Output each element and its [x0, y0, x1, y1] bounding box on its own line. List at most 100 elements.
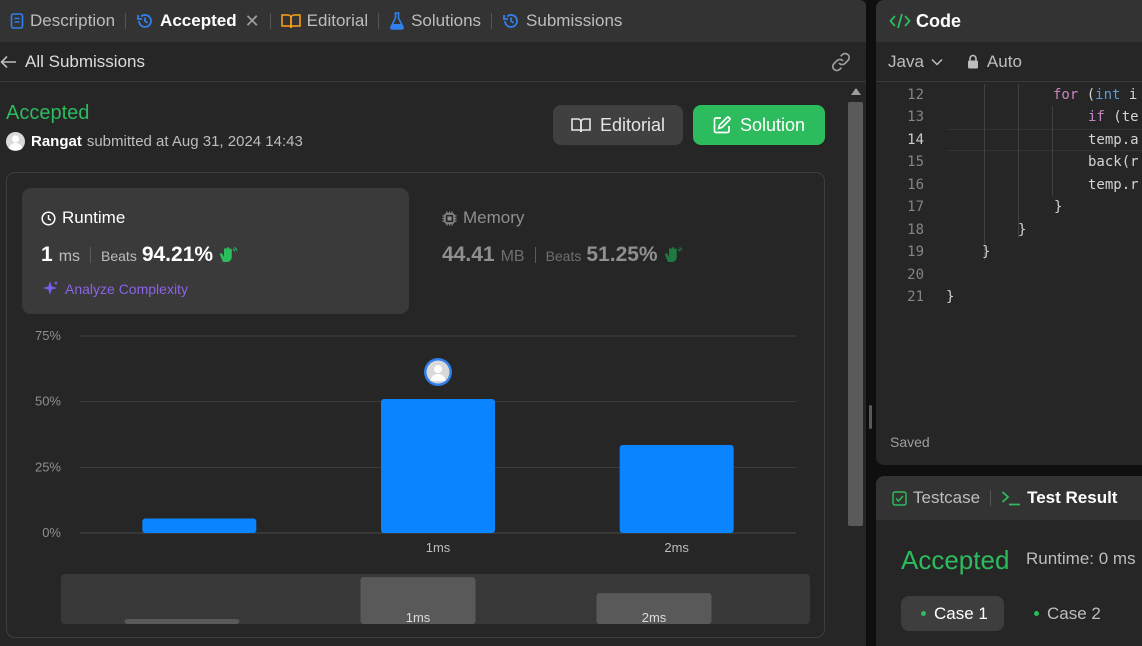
line-number: 20 [907, 267, 924, 283]
auto-mode-label: Auto [986, 51, 1022, 71]
scrollbar[interactable] [845, 82, 866, 646]
code-text: temp.a [1088, 132, 1139, 148]
divider [534, 247, 536, 263]
y-tick-label: 50% [35, 394, 61, 409]
tab-divider [990, 490, 992, 506]
checkbox-icon [892, 490, 907, 506]
panel-resize-handle[interactable] [869, 405, 872, 429]
solution-button[interactable]: Solution [693, 105, 825, 145]
code-editor[interactable]: 12 for (int i 13 if (te 14 temp.a 15 bac… [876, 84, 1142, 314]
back-to-submissions-link[interactable]: All Submissions [0, 52, 145, 72]
code-line: 20 [876, 264, 1142, 286]
back-link-label: All Submissions [25, 51, 145, 71]
language-select-value: Java [888, 51, 924, 71]
arrow-left-icon [0, 55, 16, 68]
runtime-value: 1 [41, 243, 53, 266]
tab-submissions[interactable]: Submissions [496, 0, 628, 42]
chart-bar [142, 518, 257, 533]
runtime-label: Runtime [41, 208, 125, 228]
edit-icon [713, 116, 731, 134]
tab-accepted[interactable]: Accepted ✕ [130, 0, 266, 42]
code-panel-title: Code [916, 10, 961, 31]
code-line: 21 } [876, 286, 1142, 308]
auto-mode-toggle[interactable]: Auto [967, 52, 1022, 72]
scroll-up-arrow-icon[interactable] [851, 88, 861, 95]
tab-solutions-label: Solutions [411, 11, 482, 30]
submitter-name[interactable]: Rangat [31, 133, 82, 150]
memory-value: 44.41 [442, 243, 495, 266]
code-text: } [1054, 199, 1063, 215]
line-number: 12 [907, 87, 924, 103]
line-number: 15 [907, 154, 924, 170]
link-icon[interactable] [830, 52, 852, 72]
code-panel: Code Java Auto 12 for (int i 13 if (te 1… [876, 0, 1142, 465]
code-line: 18 } [876, 219, 1142, 241]
sparkle-icon [43, 280, 59, 295]
avatar[interactable] [6, 132, 25, 151]
code-line: 17 } [876, 196, 1142, 218]
history-icon [137, 14, 152, 28]
result-tab-bar: Testcase Test Result [876, 476, 1142, 520]
performance-card: Runtime 1 ms Beats 94.21% Analyze Comple… [6, 172, 825, 638]
book-icon [571, 118, 591, 133]
case-2-button[interactable]: Case 2 [1016, 596, 1106, 631]
x-tick-label: 2ms [664, 540, 689, 555]
language-select[interactable]: Java [888, 52, 943, 72]
memory-label-text: Memory [463, 208, 525, 227]
y-tick-label: 25% [35, 459, 61, 474]
memory-stat[interactable]: Memory 44.41 MB Beats 51.25% [423, 188, 810, 314]
submitter-info: Rangat submitted at Aug 31, 2024 14:43 [6, 132, 303, 151]
solution-button-label: Solution [739, 114, 806, 135]
editorial-button-label: Editorial [599, 114, 666, 135]
tab-bar: Description Accepted ✕ Editorial Solutio… [0, 0, 866, 42]
keyword: if [1088, 109, 1105, 125]
code-text: if (te [1088, 109, 1139, 125]
code-line: 19 } [876, 241, 1142, 263]
scrollbar-thumb[interactable] [848, 102, 863, 526]
chart-bar [381, 399, 495, 533]
tab-solutions[interactable]: Solutions [383, 0, 487, 42]
test-result-panel: Testcase Test Result Accepted Runtime: 0… [876, 476, 1142, 646]
book-icon [280, 14, 301, 29]
case-1-button[interactable]: Case 1 [901, 596, 1004, 631]
tab-editorial[interactable]: Editorial [275, 0, 374, 42]
runtime-values: 1 ms Beats 94.21% [41, 243, 238, 267]
tab-submissions-label: Submissions [526, 11, 623, 30]
runtime-label-text: Runtime [62, 208, 126, 227]
analyze-complexity-link[interactable]: Analyze Complexity [41, 279, 188, 298]
tab-test-result-label: Test Result [1027, 488, 1118, 507]
runtime-stat[interactable]: Runtime 1 ms Beats 94.21% Analyze Comple… [22, 188, 409, 314]
user-icon [8, 135, 23, 150]
code-text: } [946, 289, 955, 305]
case-1-label: Case 1 [934, 603, 988, 623]
clap-icon [664, 247, 682, 262]
minimap-bar [124, 618, 240, 624]
analyze-complexity-label: Analyze Complexity [65, 280, 188, 297]
runtime-beats-label: Beats [101, 248, 137, 264]
tab-description[interactable]: Description [4, 0, 121, 42]
code-text: temp.r [1088, 177, 1139, 193]
submitted-timestamp: submitted at Aug 31, 2024 14:43 [86, 133, 303, 150]
tab-testcase[interactable]: Testcase [892, 488, 980, 508]
editorial-button[interactable]: Editorial [553, 105, 683, 145]
minimap-label: 2ms [642, 610, 667, 624]
tab-test-result[interactable]: Test Result [1001, 488, 1117, 508]
close-icon[interactable]: ✕ [245, 11, 260, 32]
memory-values: 44.41 MB Beats 51.25% [442, 243, 683, 267]
user-icon [434, 365, 442, 374]
line-number: 21 [907, 289, 924, 305]
code-panel-header: Code [876, 0, 1142, 42]
clap-icon [219, 247, 238, 262]
pass-dot-icon [1034, 611, 1039, 616]
tab-divider [269, 13, 271, 29]
type-keyword: int [1095, 87, 1121, 103]
lock-icon [967, 54, 978, 69]
line-number: 16 [907, 177, 924, 193]
code-line: 13 if (te [876, 106, 1142, 128]
flask-icon [390, 12, 404, 30]
chart-range-slider[interactable]: 1ms 2ms [61, 574, 810, 624]
code-text: } [982, 244, 991, 260]
clock-icon [41, 210, 56, 226]
y-tick-label: 75% [35, 328, 61, 343]
memory-label: Memory [442, 208, 524, 228]
